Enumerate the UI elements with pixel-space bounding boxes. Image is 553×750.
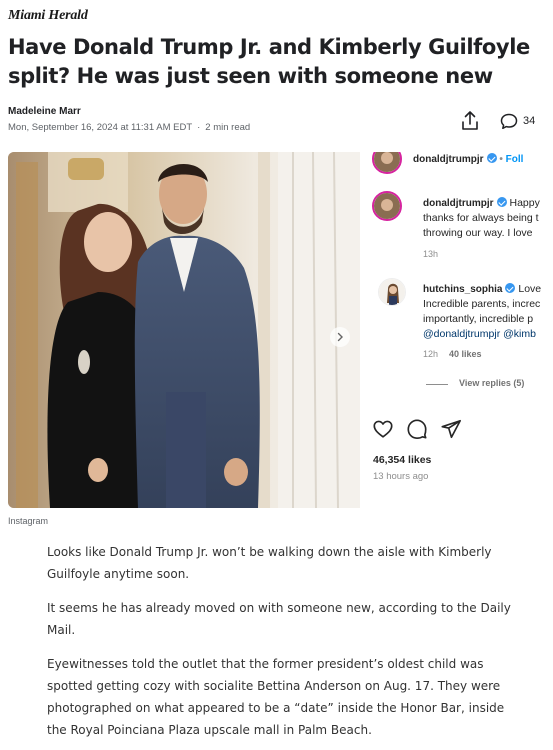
- article-meta: Mon, September 16, 2024 at 11:31 AM EDT ·…: [8, 122, 250, 133]
- replies-divider: [426, 384, 448, 385]
- publication-logo[interactable]: Miami Herald: [8, 8, 88, 24]
- verified-badge-icon: [505, 283, 516, 293]
- comment-1-line-1: Happy: [509, 197, 540, 209]
- send-icon[interactable]: [440, 418, 462, 440]
- share-button[interactable]: [460, 110, 480, 132]
- post-likes[interactable]: 46,354 likes: [373, 454, 431, 466]
- comment-2-likes[interactable]: 40 likes: [449, 349, 482, 359]
- avatar[interactable]: [372, 191, 402, 221]
- carousel-next-button[interactable]: [330, 327, 350, 347]
- comment-1-time: 13h: [423, 249, 439, 259]
- comment-1-line-3: throwing our way. I love: [423, 227, 533, 239]
- comment-1-line-2: thanks for always being t: [423, 212, 539, 224]
- comment-count: 34: [523, 115, 536, 127]
- comment-1-username[interactable]: donaldjtrumpjr: [423, 198, 494, 209]
- comment-2-time: 12h: [423, 349, 439, 359]
- avatar[interactable]: [378, 278, 406, 306]
- avatar[interactable]: [372, 152, 402, 174]
- view-replies-link[interactable]: View replies (5): [459, 378, 524, 388]
- heart-icon[interactable]: [372, 418, 394, 440]
- post-actions: [372, 418, 462, 440]
- comment-icon[interactable]: [406, 418, 428, 440]
- comment-2-mentions[interactable]: @donaldjtrumpjr @kimb: [423, 327, 541, 342]
- comment-2-line-1: Love: [518, 283, 542, 295]
- post-photo[interactable]: [8, 152, 360, 508]
- comment-2-line-3: importantly, incredible p: [423, 313, 534, 325]
- share-icon: [462, 111, 478, 130]
- comment-2-line-2: Incredible parents, increc: [423, 298, 541, 310]
- verified-badge-icon: [486, 153, 497, 163]
- article-paragraph: Eyewitnesses told the outlet that the fo…: [47, 657, 505, 737]
- comment-bubble-icon: [500, 113, 518, 129]
- comment-2-username[interactable]: hutchins_sophia: [423, 284, 502, 295]
- instagram-embed: donaldjtrumpjr • Foll donaldjtrumpjr Hap…: [8, 152, 553, 508]
- article-paragraph: Looks like Donald Trump Jr. won’t be wal…: [47, 545, 492, 581]
- photo-credit: Instagram: [8, 516, 49, 526]
- post-time: 13 hours ago: [373, 471, 429, 482]
- meta-separator: ·: [197, 122, 201, 133]
- article-headline: Have Donald Trump Jr. and Kimberly Guilf…: [8, 35, 530, 88]
- article-paragraph: It seems he has already moved on with so…: [47, 601, 511, 637]
- verified-badge-icon: [496, 197, 507, 207]
- comment-2: hutchins_sophia Love Incredible parents,…: [423, 282, 541, 342]
- comment-1: donaldjtrumpjr Happy thanks for always b…: [423, 196, 540, 241]
- post-author-username[interactable]: donaldjtrumpjr • Foll: [413, 153, 523, 165]
- read-time: 2 min read: [205, 122, 251, 133]
- publish-date: Mon, September 16, 2024 at 11:31 AM EDT: [8, 122, 193, 133]
- author-name[interactable]: Madeleine Marr: [8, 106, 81, 117]
- comments-button[interactable]: 34: [500, 112, 535, 130]
- follow-button[interactable]: Foll: [506, 154, 524, 165]
- chevron-right-icon: [337, 332, 343, 342]
